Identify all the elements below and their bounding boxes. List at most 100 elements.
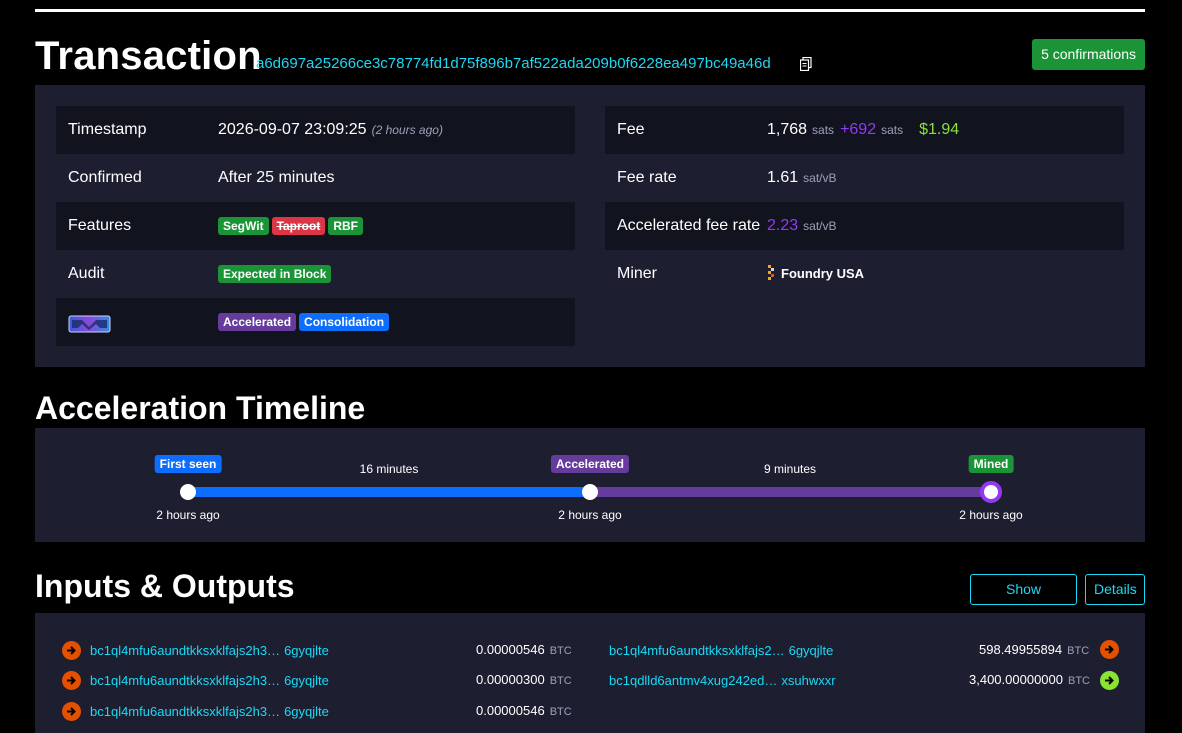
segwit-badge[interactable]: SegWit (218, 217, 269, 235)
output-amount: 3,400.00000000 BTC (969, 672, 1090, 687)
output-amount-value: 3,400.00000000 (969, 672, 1063, 687)
timestamp-row: Timestamp 2026-09-07 23:09:25 (2 hours a… (56, 106, 575, 154)
accelerated-time: 2 hours ago (558, 508, 622, 522)
input-address[interactable]: bc1ql4mfu6aundtkksxklfajs2h3… (90, 643, 280, 658)
details-left: Timestamp 2026-09-07 23:09:25 (2 hours a… (56, 106, 575, 346)
fee-value-wrap: 1,768 sats +692 sats $1.94 (767, 121, 959, 139)
show-diagram-button[interactable]: Show diagram (970, 574, 1077, 626)
output-amount: 598.49955894 BTC (979, 642, 1089, 657)
accel-feerate-label: Accelerated fee rate (617, 217, 761, 234)
details-right: Fee 1,768 sats +692 sats $1.94 Fee rate … (605, 106, 1124, 298)
output-amount-value: 598.49955894 (979, 642, 1063, 657)
input-amount-unit: BTC (549, 675, 572, 687)
io-title: Inputs & Outputs (35, 568, 295, 604)
page-title: Transaction (35, 34, 262, 78)
fee-extra: +692 (840, 121, 877, 138)
output-row[interactable]: bc1ql4mfu6aundtkksxklfajs2… 6gyqjlte (609, 639, 833, 661)
details-button[interactable]: Details (1085, 574, 1145, 605)
confirmed-value: After 25 minutes (218, 169, 335, 186)
top-divider (35, 9, 1145, 12)
input-arrow-icon[interactable] (62, 640, 81, 660)
features-badges: SegWit Taproot RBF (218, 217, 366, 235)
first-seen-dot (180, 484, 196, 500)
miner-name: Foundry USA (781, 265, 865, 281)
mined-badge: Mined (968, 455, 1014, 473)
first-seen-time: 2 hours ago (156, 508, 220, 522)
copy-icon[interactable] (800, 57, 812, 71)
audit-value-wrap: Expected in Block (218, 265, 334, 283)
fee-unit: sats (812, 123, 835, 137)
features-row: Features SegWit Taproot RBF (56, 202, 575, 250)
confirmations-badge: 5 confirmations (1032, 39, 1145, 70)
output-address-end[interactable]: xsuhwxxr (781, 673, 835, 688)
miner-label: Miner (617, 265, 658, 282)
input-address[interactable]: bc1ql4mfu6aundtkksxklfajs2h3… (90, 673, 280, 688)
audit-row: Audit Expected in Block (56, 250, 575, 298)
input-amount: 0.00000546 BTC (476, 703, 572, 718)
tx-details-panel: Timestamp 2026-09-07 23:09:25 (2 hours a… (35, 85, 1145, 367)
timeline-bar-seen (188, 487, 590, 497)
tx-header: Transaction a6d697a25266ce3c78774fd1d75f… (35, 32, 1145, 82)
input-address[interactable]: bc1ql4mfu6aundtkksxklfajs2h3… (90, 704, 280, 719)
output-address[interactable]: bc1qdlld6antmv4xug242ed… (609, 673, 777, 688)
output-amount-unit: BTC (1067, 675, 1090, 687)
timeline-bar-accelerated (590, 487, 991, 497)
io-panel: bc1ql4mfu6aundtkksxklfajs2h3… 6gyqjlte 0… (35, 613, 1145, 733)
miner-row: Miner Foundry USA (605, 250, 1124, 298)
output-unspent-arrow-icon[interactable] (1100, 671, 1119, 690)
input-row[interactable]: bc1ql4mfu6aundtkksxklfajs2h3… 6gyqjlte (62, 669, 329, 691)
timestamp-value: 2026-09-07 23:09:25 (218, 121, 367, 138)
output-row[interactable]: bc1qdlld6antmv4xug242ed… xsuhwxxr (609, 669, 836, 691)
input-arrow-icon[interactable] (62, 670, 81, 690)
rbf-badge[interactable]: RBF (328, 217, 364, 235)
miner-value-wrap[interactable]: Foundry USA (767, 265, 864, 281)
timestamp-label: Timestamp (68, 121, 147, 138)
audit-badge[interactable]: Expected in Block (218, 265, 332, 283)
accelerated-dot (582, 484, 598, 500)
accelerator-logo-icon (68, 315, 111, 333)
output-address[interactable]: bc1ql4mfu6aundtkksxklfajs2… (609, 643, 785, 658)
output-address-end[interactable]: 6gyqjlte (789, 643, 834, 658)
features-label: Features (68, 217, 132, 234)
duration-2: 9 minutes (763, 462, 817, 476)
confirmed-row: Confirmed After 25 minutes (56, 154, 575, 202)
feerate-value-wrap: 1.61 sat/vB (767, 169, 837, 187)
fee-extra-unit: sats (881, 123, 904, 137)
taproot-badge[interactable]: Taproot (271, 217, 326, 235)
fee-value: 1,768 (767, 121, 808, 138)
acceleration-timeline: First seen Accelerated Mined 16 minutes … (35, 428, 1145, 542)
input-row[interactable]: bc1ql4mfu6aundtkksxklfajs2h3… 6gyqjlte (62, 700, 329, 722)
input-amount-value: 0.00000546 (476, 703, 545, 718)
accel-feerate-row: Accelerated fee rate 2.23 sat/vB (605, 202, 1124, 250)
first-seen-badge: First seen (154, 455, 222, 473)
mined-dot (980, 481, 1002, 503)
timestamp-ago: (2 hours ago) (371, 123, 443, 137)
accelerated-badge[interactable]: Accelerated (218, 313, 297, 331)
accel-feerate-unit: sat/vB (803, 219, 837, 233)
feerate-unit: sat/vB (803, 171, 837, 185)
mined-time: 2 hours ago (959, 508, 1023, 522)
tags-badges: Accelerated Consolidation (218, 313, 392, 331)
input-address-end[interactable]: 6gyqjlte (284, 673, 329, 688)
consolidation-badge[interactable]: Consolidation (299, 313, 390, 331)
foundry-logo-icon (768, 265, 774, 280)
input-address-end[interactable]: 6gyqjlte (284, 704, 329, 719)
input-arrow-icon[interactable] (62, 701, 81, 721)
input-amount: 0.00000546 BTC (476, 642, 572, 657)
output-amount-unit: BTC (1067, 645, 1090, 657)
input-amount-unit: BTC (549, 706, 572, 718)
timestamp-value-wrap: 2026-09-07 23:09:25 (2 hours ago) (218, 121, 443, 139)
output-spent-arrow-icon[interactable] (1100, 640, 1119, 659)
accel-feerate-value-wrap: 2.23 sat/vB (767, 217, 837, 235)
confirmed-label: Confirmed (68, 169, 142, 186)
audit-label: Audit (68, 265, 105, 282)
tags-row: Accelerated Consolidation (56, 298, 575, 346)
input-address-end[interactable]: 6gyqjlte (284, 643, 329, 658)
input-amount-value: 0.00000300 (476, 672, 545, 687)
accelerated-step-badge: Accelerated (550, 455, 630, 473)
txid-link[interactable]: a6d697a25266ce3c78774fd1d75f896b7af522ad… (256, 55, 771, 72)
feerate-label: Fee rate (617, 169, 677, 186)
fee-row: Fee 1,768 sats +692 sats $1.94 (605, 106, 1124, 154)
fee-label: Fee (617, 121, 645, 138)
input-row[interactable]: bc1ql4mfu6aundtkksxklfajs2h3… 6gyqjlte (62, 639, 329, 661)
